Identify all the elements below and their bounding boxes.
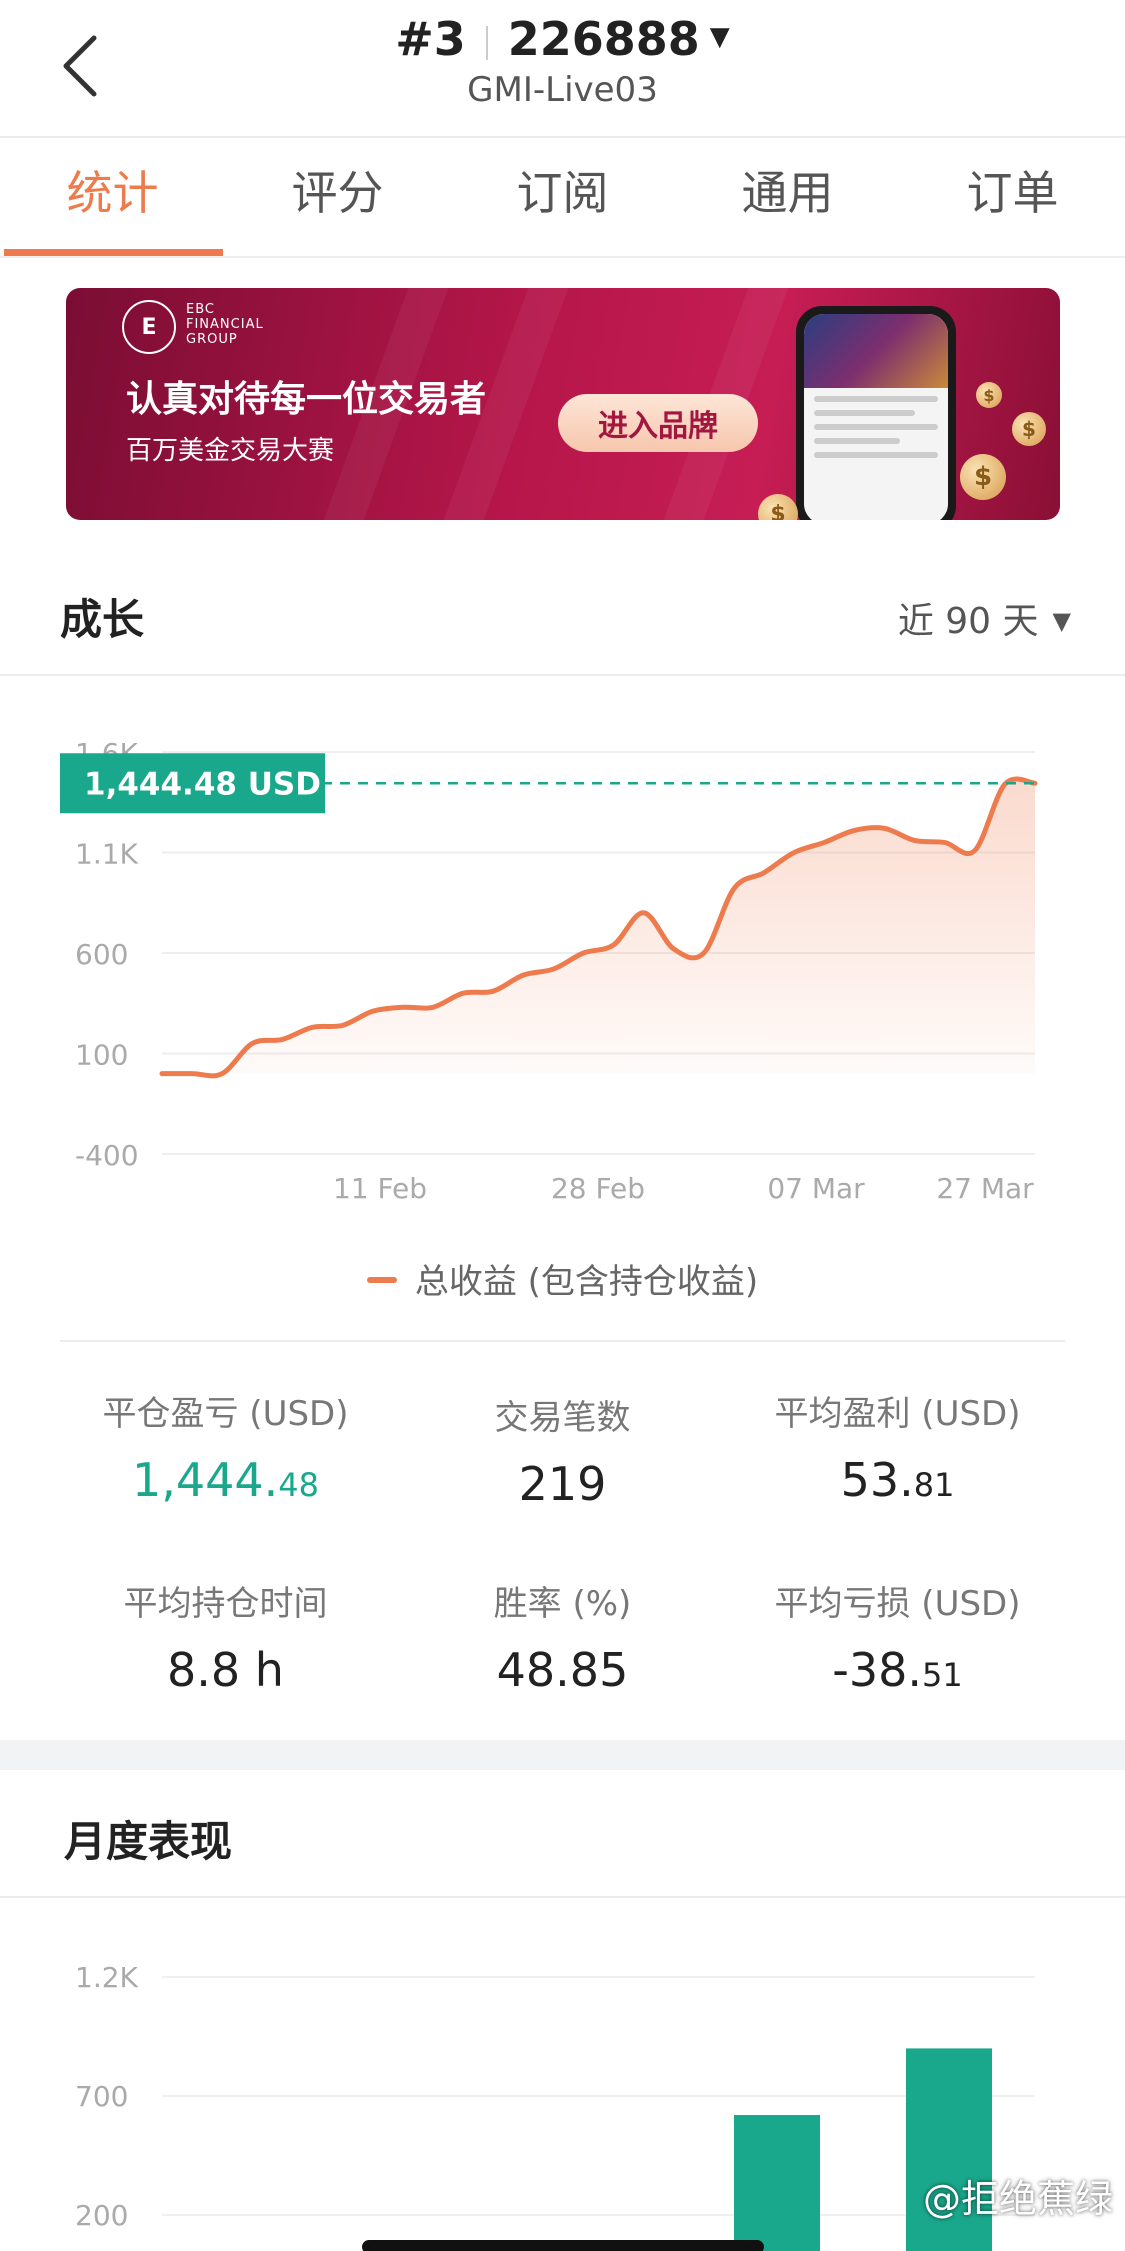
enter-brand-button[interactable]: 进入品牌 bbox=[558, 394, 758, 452]
promo-banner[interactable]: E EBC FINANCIAL GROUP 认真对待每一位交易者 百万美金交易大… bbox=[66, 288, 1060, 520]
stat-value: 8.8 h bbox=[38, 1643, 413, 1697]
coin-icon: $ bbox=[976, 382, 1002, 408]
tab-statistics[interactable]: 统计 bbox=[0, 138, 225, 256]
stat-value-int: 219 bbox=[518, 1457, 607, 1511]
stat-value: -38.51 bbox=[710, 1643, 1085, 1697]
tab-bar: 统计 评分 订阅 通用 订单 bbox=[0, 138, 1125, 258]
section-divider bbox=[0, 674, 1125, 676]
coin-icon: $ bbox=[1012, 412, 1046, 446]
legend-swatch bbox=[366, 1276, 397, 1283]
account-number: 226888 bbox=[507, 12, 700, 66]
brand-logo: E bbox=[122, 300, 176, 354]
caret-down-icon: ▼ bbox=[709, 21, 730, 52]
phone-text-line bbox=[814, 410, 915, 416]
stat-value: 53.81 bbox=[710, 1453, 1085, 1507]
stat-value-dec: 81 bbox=[913, 1466, 955, 1504]
range-selector[interactable]: 近 90 天 ▼ bbox=[898, 592, 1071, 644]
series-area bbox=[162, 778, 1035, 1076]
banner-subtitle: 百万美金交易大赛 bbox=[126, 436, 335, 466]
legend-label: 总收益 (包含持仓收益) bbox=[414, 1262, 759, 1302]
stat-trade-count: 交易笔数 219 bbox=[375, 1390, 750, 1511]
stat-value-dec: 48 bbox=[278, 1466, 320, 1504]
caret-down-icon: ▼ bbox=[1052, 607, 1071, 635]
banner-headline: 认真对待每一位交易者 bbox=[126, 379, 487, 420]
grid-layer bbox=[162, 1976, 1035, 2216]
brand-line: GROUP bbox=[186, 332, 238, 347]
x-axis: 11 Feb 28 Feb 07 Mar 27 Mar bbox=[333, 1172, 1034, 1205]
y-tick-label: 200 bbox=[75, 2199, 128, 2232]
stat-label: 交易笔数 bbox=[494, 1398, 631, 1438]
stat-value: 1,444.48 bbox=[38, 1453, 413, 1507]
brand-logo-text: EBC FINANCIAL GROUP bbox=[186, 302, 264, 347]
phone-text-line bbox=[814, 452, 938, 458]
x-tick-label: 27 Mar bbox=[936, 1172, 1034, 1205]
chart-legend: 总收益 (包含持仓收益) bbox=[0, 1254, 1125, 1303]
range-label: 近 90 天 bbox=[897, 601, 1039, 642]
brand-line: EBC bbox=[186, 302, 215, 317]
y-tick-label: 1.2K bbox=[75, 1961, 139, 1994]
stat-value-int: 1,444. bbox=[131, 1453, 279, 1507]
section-divider bbox=[0, 1896, 1125, 1898]
rank-label: #3 bbox=[395, 12, 466, 66]
growth-chart: 1.6K1.1K600100-400 11 Feb28 Feb07 Mar27 … bbox=[60, 737, 1038, 1205]
home-indicator[interactable] bbox=[362, 2240, 764, 2251]
y-tick-label: 1.1K bbox=[75, 838, 139, 871]
stat-closed-pnl: 平仓盈亏 (USD) 1,444.48 bbox=[38, 1386, 413, 1507]
x-tick-label: 28 Feb bbox=[551, 1172, 645, 1205]
x-tick-label: 07 Mar bbox=[767, 1172, 865, 1205]
tab-orders[interactable]: 订单 bbox=[900, 138, 1125, 256]
stat-value-int: 8.8 h bbox=[167, 1643, 284, 1697]
section-gap bbox=[0, 1740, 1125, 1770]
watermark: @拒绝蕉绿 bbox=[922, 2177, 1113, 2221]
monthly-title: 月度表现 bbox=[64, 1817, 233, 1866]
y-tick-label: 700 bbox=[75, 2080, 128, 2113]
server-name: GMI-Live03 bbox=[467, 70, 658, 110]
stat-label: 平仓盈亏 (USD) bbox=[102, 1394, 349, 1434]
current-value-label: 1,444.48 USD bbox=[84, 766, 321, 802]
phone-screen-image bbox=[804, 314, 948, 388]
phone-text-line bbox=[814, 438, 901, 444]
monthly-bar[interactable] bbox=[734, 2115, 820, 2251]
account-selector[interactable]: #3 226888 ▼ bbox=[0, 12, 1125, 66]
phone-text-line bbox=[814, 424, 938, 430]
title-separator bbox=[485, 25, 488, 60]
phone-screen bbox=[804, 314, 948, 520]
y-tick-label: 100 bbox=[75, 1039, 128, 1072]
coin-icon: $ bbox=[960, 454, 1006, 500]
stat-value-int: -38. bbox=[832, 1643, 923, 1697]
stats-divider bbox=[60, 1340, 1065, 1342]
stat-avg-hold-time: 平均持仓时间 8.8 h bbox=[38, 1576, 413, 1697]
tab-general[interactable]: 通用 bbox=[675, 138, 900, 256]
phone-text-line bbox=[814, 396, 938, 402]
stat-avg-loss: 平均亏损 (USD) -38.51 bbox=[710, 1576, 1085, 1697]
tab-subscribe[interactable]: 订阅 bbox=[450, 138, 675, 256]
top-bar: #3 226888 ▼ GMI-Live03 bbox=[0, 0, 1125, 138]
stat-label: 平均持仓时间 bbox=[123, 1584, 328, 1624]
stat-win-rate: 胜率 (%) 48.85 bbox=[375, 1576, 750, 1697]
screen: #3 226888 ▼ GMI-Live03 统计 评分 订阅 通用 订单 E EB… bbox=[0, 0, 1125, 2251]
brand-line: FINANCIAL bbox=[186, 317, 264, 332]
y-axis: 1.2K 700 200 bbox=[75, 1961, 139, 2232]
phone-mockup-image bbox=[796, 306, 956, 520]
stat-value: 219 bbox=[375, 1457, 750, 1511]
stat-value-int: 53. bbox=[840, 1453, 914, 1507]
stat-avg-profit: 平均盈利 (USD) 53.81 bbox=[710, 1386, 1085, 1507]
stat-label: 胜率 (%) bbox=[493, 1584, 632, 1624]
stat-label: 平均盈利 (USD) bbox=[774, 1394, 1021, 1434]
coin-icon: $ bbox=[758, 494, 798, 520]
y-tick-label: -400 bbox=[75, 1139, 139, 1172]
stat-value-dec: 51 bbox=[922, 1656, 963, 1694]
x-tick-label: 11 Feb bbox=[333, 1172, 427, 1205]
tab-rating[interactable]: 评分 bbox=[225, 138, 450, 256]
stat-value-int: 48.85 bbox=[496, 1643, 629, 1697]
y-tick-label: 600 bbox=[75, 938, 128, 971]
growth-title: 成长 bbox=[60, 595, 145, 644]
stat-value: 48.85 bbox=[375, 1643, 750, 1697]
stat-label: 平均亏损 (USD) bbox=[774, 1584, 1021, 1624]
